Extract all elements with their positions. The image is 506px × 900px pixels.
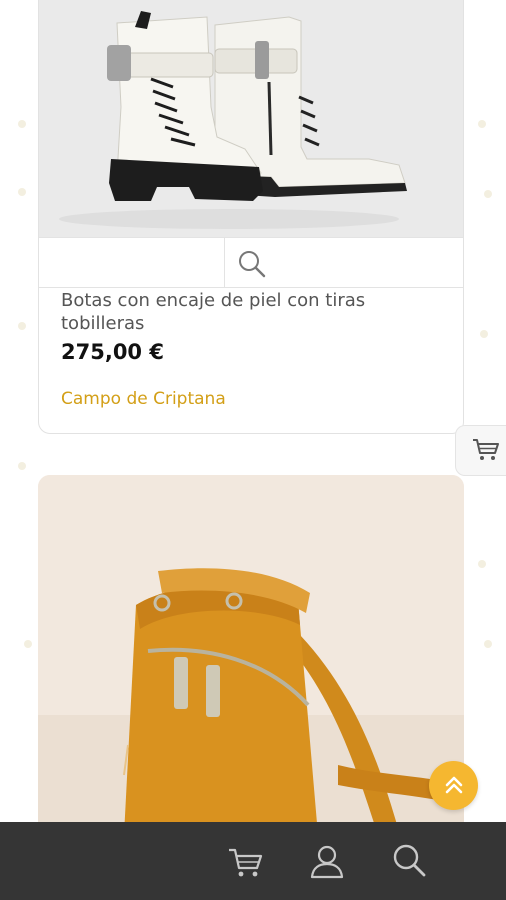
background-dot (18, 322, 26, 330)
background-dot (484, 190, 492, 198)
boots-illustration (39, 0, 463, 237)
background-dot (480, 330, 488, 338)
cart-icon (473, 439, 499, 460)
background-dot (484, 640, 492, 648)
scroll-to-top-button[interactable] (429, 761, 478, 810)
product-title[interactable]: Botas con encaje de piel con tiras tobil… (61, 289, 441, 335)
search-icon[interactable] (390, 842, 428, 880)
side-cart-button[interactable] (455, 425, 506, 476)
product-card[interactable] (38, 475, 464, 835)
double-chevron-up-icon (445, 776, 463, 794)
background-dot (18, 188, 26, 196)
background-dot (18, 120, 26, 128)
background-dot (24, 640, 32, 648)
product-action-left[interactable] (39, 238, 225, 288)
user-icon[interactable] (308, 842, 346, 880)
bottom-nav-bar (0, 822, 506, 900)
product-image[interactable] (38, 475, 464, 835)
product-card[interactable]: Botas con encaje de piel con tiras tobil… (38, 0, 464, 434)
background-dot (18, 462, 26, 470)
product-actions (39, 237, 463, 288)
cart-icon[interactable] (226, 842, 264, 880)
magnifier-icon[interactable] (237, 249, 267, 279)
background-dot (478, 560, 486, 568)
background-dot (478, 120, 486, 128)
product-image[interactable] (39, 0, 463, 237)
product-location[interactable]: Campo de Criptana (61, 389, 226, 409)
product-price: 275,00 € (61, 340, 164, 364)
